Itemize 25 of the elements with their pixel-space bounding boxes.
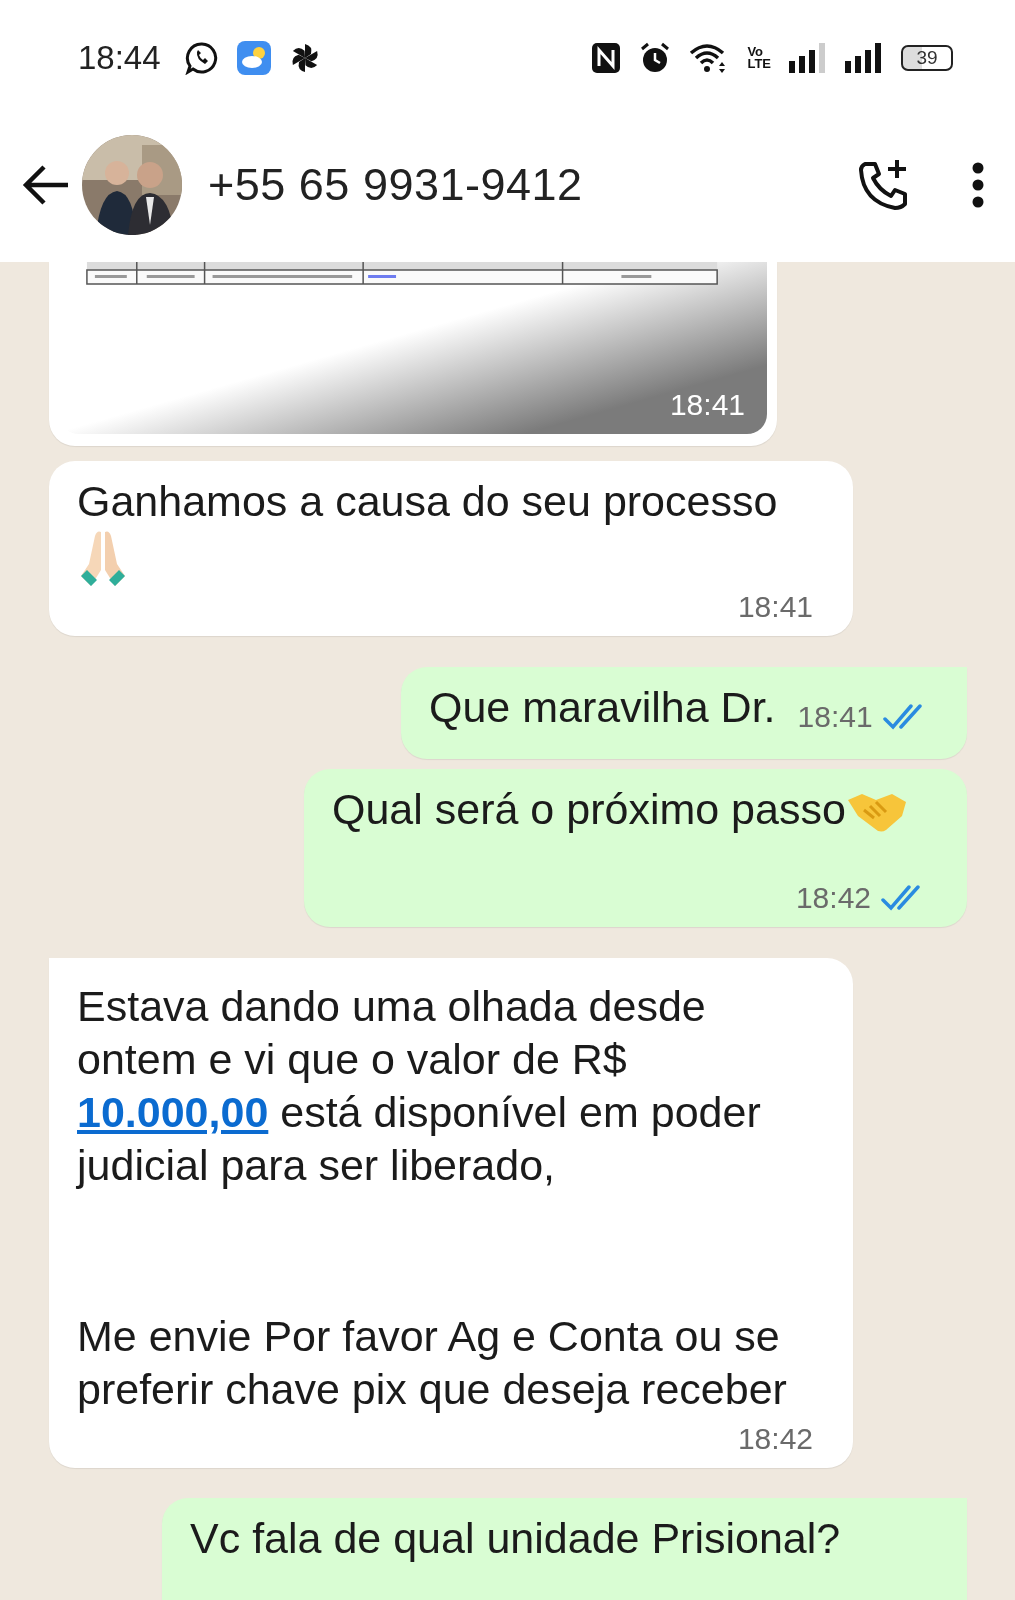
amount-link[interactable]: 10.000,00 [77,1088,269,1136]
nfc-icon [591,41,622,74]
message-time: 18:42 [795,881,871,915]
weather-icon [236,40,271,75]
signal-icon [789,42,827,73]
chat-app-icon [184,40,219,75]
volte-label: Vo LTE [747,45,771,70]
more-options-icon[interactable] [971,161,985,208]
message-text: Que maravilha Dr. [429,682,776,733]
alarm-icon [639,41,672,74]
message-time: 18:41 [669,388,745,422]
clock-time: 18:44 [78,38,161,77]
battery-level: 39 [901,44,953,71]
message-text: Ganhamos a causa do seu processo [77,476,778,527]
back-arrow-icon[interactable] [22,164,70,205]
message-time: 18:41 [797,700,873,734]
contact-name[interactable]: +55 65 9931-9412 [208,158,857,211]
message-time: 18:41 [737,590,813,624]
message-time: 18:42 [737,1422,813,1456]
image-message[interactable]: 18:41 [49,262,777,446]
message-text: Vc fala de qual unidade Prisional? [190,1513,842,1564]
signal-icon [845,42,883,73]
message-text: Me envie Por favor Ag e Conta ou se preferir chave pix que deseja receber [77,1311,788,1415]
message-text: Estava dando uma olhada desde ontem e vi que o valor de R$ 10.000,00 está disponível em poder judicial para ser liberado, [77,981,762,1191]
message-text: Qual será o próximo passo [332,784,846,835]
